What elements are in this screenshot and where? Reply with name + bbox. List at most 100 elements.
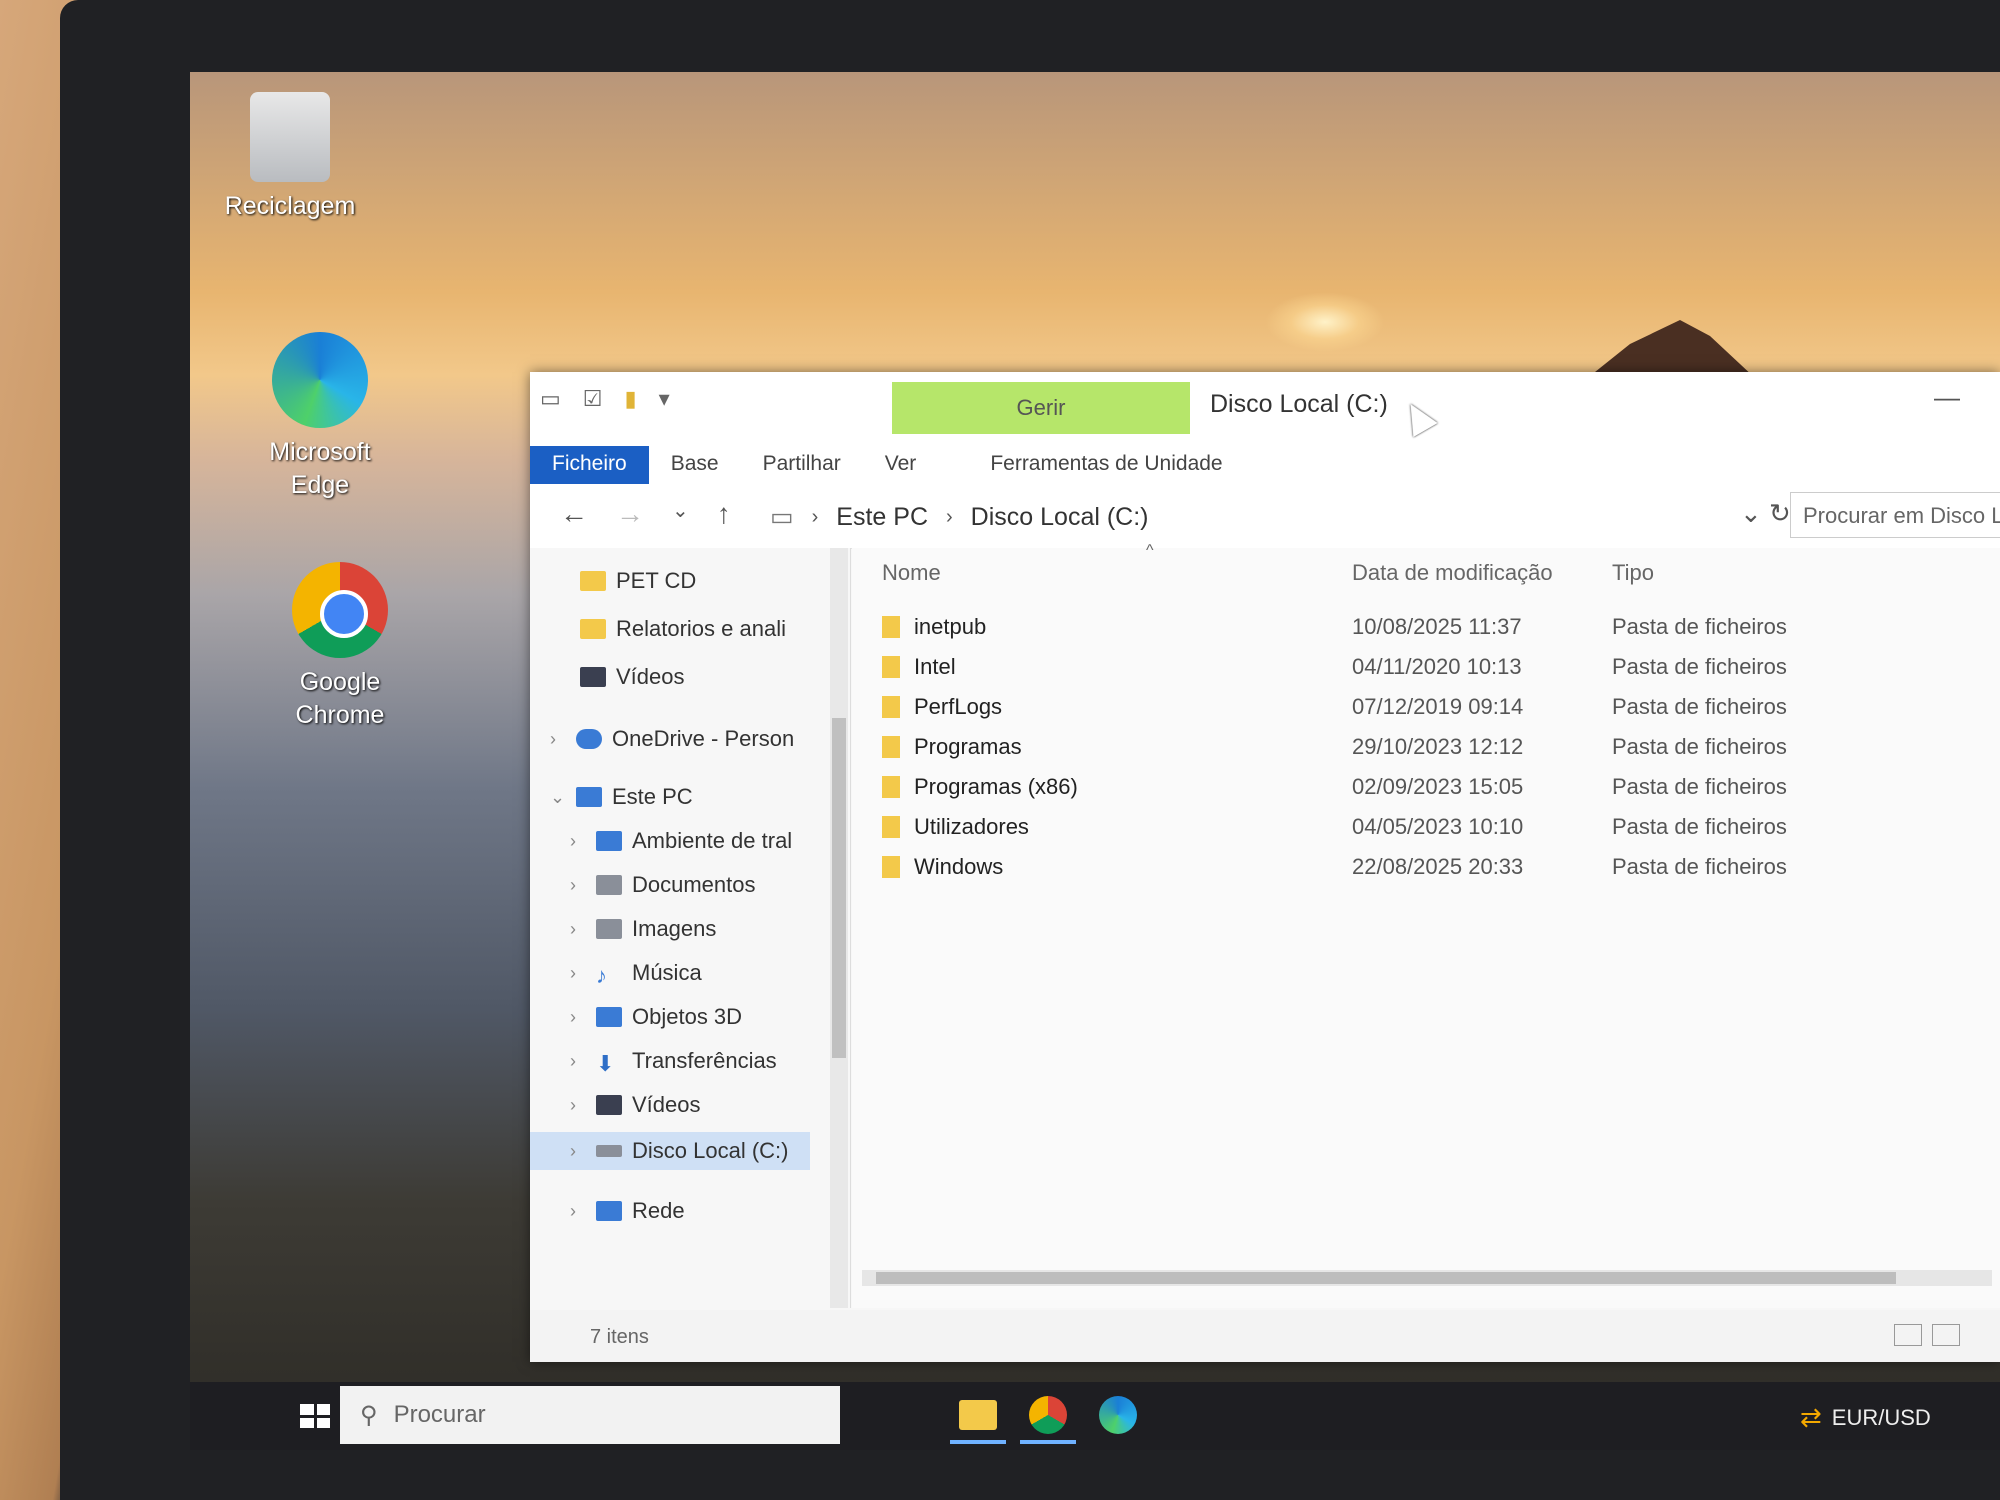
taskbar: ⚲ Procurar ⇄ EUR/USD xyxy=(190,1382,2000,1450)
table-row[interactable]: PerfLogs 07/12/2019 09:14 Pasta de fiche… xyxy=(882,694,1982,726)
file-type: Pasta de ficheiros xyxy=(1612,654,1787,679)
nav-item-label: Vídeos xyxy=(632,1092,701,1117)
scrollbar-thumb[interactable] xyxy=(876,1272,1896,1284)
breadcrumb[interactable]: ▭ › Este PC › Disco Local (C:) xyxy=(770,502,1149,532)
file-name: inetpub xyxy=(914,614,987,639)
drive-icon xyxy=(596,1145,622,1157)
sort-ascending-icon: ^ xyxy=(1146,542,1154,559)
nav-item-pet-cd[interactable]: PET CD xyxy=(580,568,696,594)
nav-item-label: Vídeos xyxy=(616,664,685,689)
navigation-scrollbar[interactable] xyxy=(830,548,848,1308)
details-view-icon[interactable] xyxy=(1894,1324,1922,1346)
chevron-right-icon[interactable]: › xyxy=(570,1095,586,1116)
table-row[interactable]: Utilizadores 04/05/2023 10:10 Pasta de f… xyxy=(882,814,1982,846)
chevron-right-icon[interactable]: › xyxy=(570,875,586,896)
ribbon-tabs: Ficheiro Base Partilhar Ver Ferramentas … xyxy=(530,442,2000,485)
forward-arrow-icon[interactable]: → xyxy=(616,498,644,530)
table-row[interactable]: Windows 22/08/2025 20:33 Pasta de fichei… xyxy=(882,854,1982,886)
file-type: Pasta de ficheiros xyxy=(1612,734,1787,759)
up-arrow-icon[interactable]: ↑ xyxy=(717,498,731,530)
back-arrow-icon[interactable]: ← xyxy=(560,498,588,530)
search-input[interactable]: Procurar em Disco Local (C:) xyxy=(1790,492,2000,538)
taskbar-file-explorer[interactable] xyxy=(950,1390,1006,1444)
nav-item-este-pc[interactable]: ⌄ Este PC xyxy=(550,784,693,810)
nav-item-videos[interactable]: › Vídeos xyxy=(570,1092,701,1118)
ticker-widget[interactable]: ⇄ EUR/USD xyxy=(1800,1402,1931,1433)
navigation-pane: PET CD Relatorios e anali Vídeos › OneDr… xyxy=(530,548,851,1308)
nav-item-disco-local[interactable]: › Disco Local (C:) xyxy=(530,1132,810,1170)
nav-item-documentos[interactable]: › Documentos xyxy=(570,872,756,898)
chevron-right-icon[interactable]: › xyxy=(570,1141,586,1162)
onedrive-icon xyxy=(576,729,602,749)
contextual-tab-gerir[interactable]: Gerir xyxy=(892,382,1190,434)
nav-item-imagens[interactable]: › Imagens xyxy=(570,916,716,942)
chevron-right-icon: › xyxy=(811,505,819,528)
column-header-name[interactable]: Nome xyxy=(882,560,941,586)
nav-item-onedrive[interactable]: › OneDrive - Person xyxy=(550,726,794,752)
minimize-button[interactable]: — xyxy=(1934,382,1960,413)
chevron-right-icon[interactable]: › xyxy=(570,919,586,940)
desktop-icon-edge[interactable]: Microsoft Edge xyxy=(230,332,410,501)
nav-item-label: Imagens xyxy=(632,916,717,941)
chevron-right-icon: › xyxy=(946,505,953,528)
chevron-right-icon[interactable]: › xyxy=(550,729,566,750)
table-row[interactable]: inetpub 10/08/2025 11:37 Pasta de fichei… xyxy=(882,614,1982,646)
desktop-icon-recycle-bin[interactable]: Reciclagem xyxy=(210,92,370,223)
tab-partilhar[interactable]: Partilhar xyxy=(741,446,863,484)
breadcrumb-este-pc[interactable]: Este PC xyxy=(836,503,928,532)
taskbar-search-input[interactable]: ⚲ Procurar xyxy=(340,1386,840,1444)
table-row[interactable]: Intel 04/11/2020 10:13 Pasta de ficheiro… xyxy=(882,654,1982,686)
horizontal-scrollbar[interactable] xyxy=(862,1270,1992,1286)
nav-item-objetos-3d[interactable]: › Objetos 3D xyxy=(570,1004,742,1030)
taskbar-edge[interactable] xyxy=(1090,1390,1146,1440)
navigation-buttons: ← → ⌄ ↑ xyxy=(560,498,731,530)
table-row[interactable]: Programas (x86) 02/09/2023 15:05 Pasta d… xyxy=(882,774,1982,806)
title-bar: ▭ ☑ ▮ ▾ Gerir Disco Local (C:) — xyxy=(530,372,2000,442)
folder-icon xyxy=(882,656,900,678)
search-icon: ⚲ xyxy=(360,1401,378,1429)
properties-icon[interactable]: ☑ xyxy=(583,386,603,412)
nav-item-label: Ambiente de tral xyxy=(632,828,793,853)
chevron-right-icon[interactable]: › xyxy=(570,831,586,852)
new-folder-icon[interactable]: ▮ xyxy=(625,386,637,412)
tab-ficheiro[interactable]: Ficheiro xyxy=(530,446,649,484)
nav-item-relatorios[interactable]: Relatorios e anali xyxy=(580,616,786,642)
edge-icon xyxy=(1099,1396,1137,1434)
nav-item-rede[interactable]: › Rede xyxy=(570,1198,685,1224)
chevron-right-icon[interactable]: › xyxy=(570,1051,586,1072)
windows-start-icon[interactable] xyxy=(300,1404,330,1428)
chevron-right-icon[interactable]: › xyxy=(570,963,586,984)
recent-locations-chevron-icon[interactable]: ⌄ xyxy=(672,498,689,530)
recycle-bin-icon xyxy=(250,92,330,182)
column-header-date[interactable]: Data de modificação xyxy=(1352,560,1553,586)
chevron-down-icon[interactable]: ⌄ xyxy=(550,787,566,808)
taskbar-chrome[interactable] xyxy=(1020,1390,1076,1444)
chevron-right-icon[interactable]: › xyxy=(570,1007,586,1028)
refresh-icon[interactable]: ⌄ ↻ xyxy=(1740,498,1791,529)
breadcrumb-disco-local[interactable]: Disco Local (C:) xyxy=(971,503,1149,532)
tab-base[interactable]: Base xyxy=(649,446,741,484)
tab-ver[interactable]: Ver xyxy=(863,446,939,484)
tab-ferramentas-de-unidade[interactable]: Ferramentas de Unidade xyxy=(968,446,1244,484)
folder-icon xyxy=(882,616,900,638)
drive-icon[interactable]: ▭ xyxy=(540,386,561,412)
chrome-icon xyxy=(1029,1396,1067,1434)
desktop-icon-chrome[interactable]: Google Chrome xyxy=(250,562,430,731)
nav-item-label: Rede xyxy=(632,1198,685,1223)
nav-item-videos-pinned[interactable]: Vídeos xyxy=(580,664,685,690)
nav-item-transferencias[interactable]: › ⬇ Transferências xyxy=(570,1048,777,1076)
desktop-icon-label: Google Chrome xyxy=(295,668,385,729)
documents-icon xyxy=(596,875,622,895)
chevron-right-icon[interactable]: › xyxy=(570,1201,586,1222)
nav-item-label: Disco Local (C:) xyxy=(632,1138,789,1163)
nav-item-musica[interactable]: › ♪ Música xyxy=(570,960,702,988)
wallpaper-sun xyxy=(1265,292,1385,352)
screen: Reciclagem Microsoft Edge Google Chrome … xyxy=(190,72,2000,1450)
column-header-type[interactable]: Tipo xyxy=(1612,560,1654,586)
file-name: PerfLogs xyxy=(914,694,1003,719)
scrollbar-thumb[interactable] xyxy=(832,718,846,1058)
table-row[interactable]: Programas 29/10/2023 12:12 Pasta de fich… xyxy=(882,734,1982,766)
customize-toolbar-icon[interactable]: ▾ xyxy=(659,386,670,412)
nav-item-ambiente-de-trabalho[interactable]: › Ambiente de tral xyxy=(570,828,792,854)
large-icons-view-icon[interactable] xyxy=(1932,1324,1960,1346)
